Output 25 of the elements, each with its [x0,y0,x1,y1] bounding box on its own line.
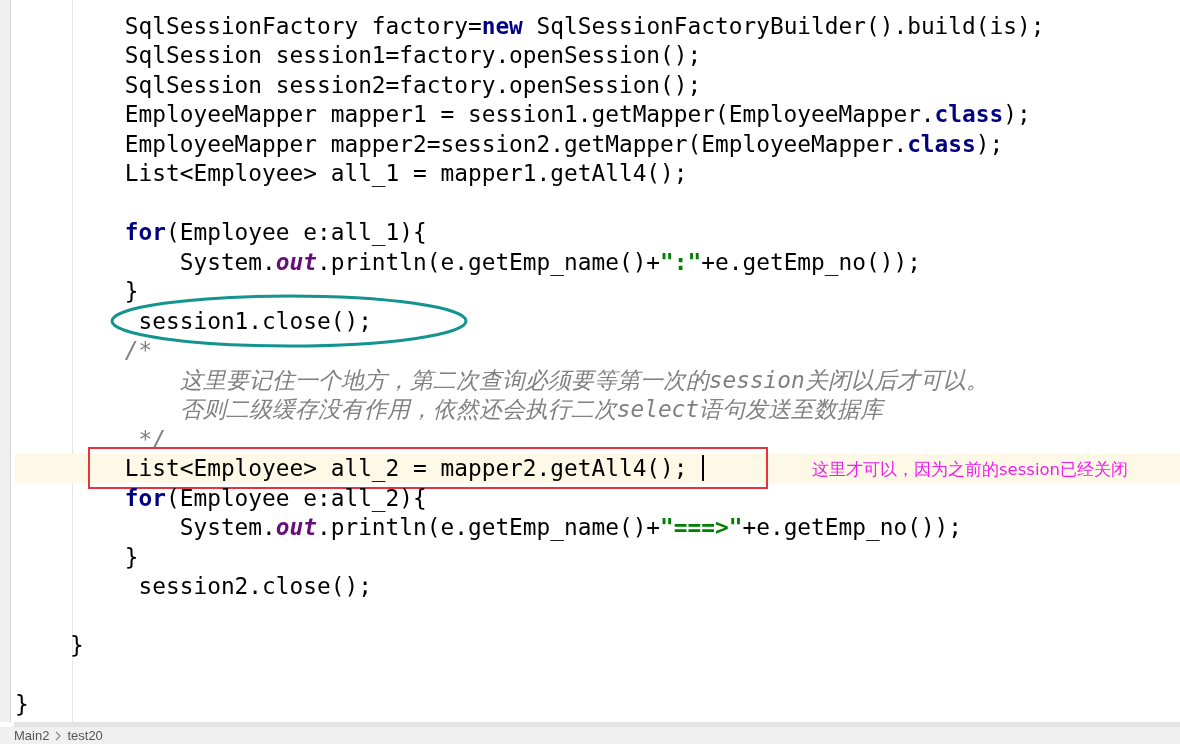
code-line: SqlSessionFactory factory=new SqlSessionFactoryBuilder().build(is); [124,11,1045,40]
code-line: System.out.println(e.getEmp_name()+"===>"+e.getEmp_no()); [179,513,963,542]
code-line: for(Employee e:all_2){ [124,483,427,512]
code-line: session1.close(); [138,306,372,335]
code-line: List<Employee> all_1 = mapper1.getAll4(); [124,159,688,188]
code-line: for(Employee e:all_1){ [124,218,427,247]
breadcrumb-item[interactable]: test20 [67,728,103,743]
breadcrumb-item[interactable]: Main2 [14,728,50,743]
chevron-right-icon [55,730,62,741]
annotation-note: 这里才可以，因为之前的session已经关闭 [812,458,1129,481]
code-line: session2.close(); [138,572,372,601]
horizontal-scrollbar[interactable] [14,722,1180,727]
code-line: } [15,690,29,719]
code-line: } [124,277,139,306]
code-line: SqlSession session2=factory.openSession(); [124,70,702,99]
code-line: EmployeeMapper mapper1 = session1.getMapper(EmployeeMapper.class); [124,100,1031,129]
code-line: 这里要记住一个地方，第二次查询必须要等第一次的session关闭以后才可以。 [179,365,989,394]
code-line: 否则二级缓存没有作用，依然还会执行二次select语句发送至数据库 [179,395,884,424]
code-line: /* [124,336,153,365]
code-line: List<Employee> all_2 = mapper2.getAll4(); [124,454,688,483]
code-line: System.out.println(e.getEmp_name()+":"+e.getEmp_no()); [179,247,921,276]
code-line: } [69,631,84,660]
code-line: EmployeeMapper mapper2=session2.getMapper(EmployeeMapper.class); [124,129,1004,158]
code-line: SqlSession session1=factory.openSession(); [124,41,702,70]
code-line: } [124,542,139,571]
